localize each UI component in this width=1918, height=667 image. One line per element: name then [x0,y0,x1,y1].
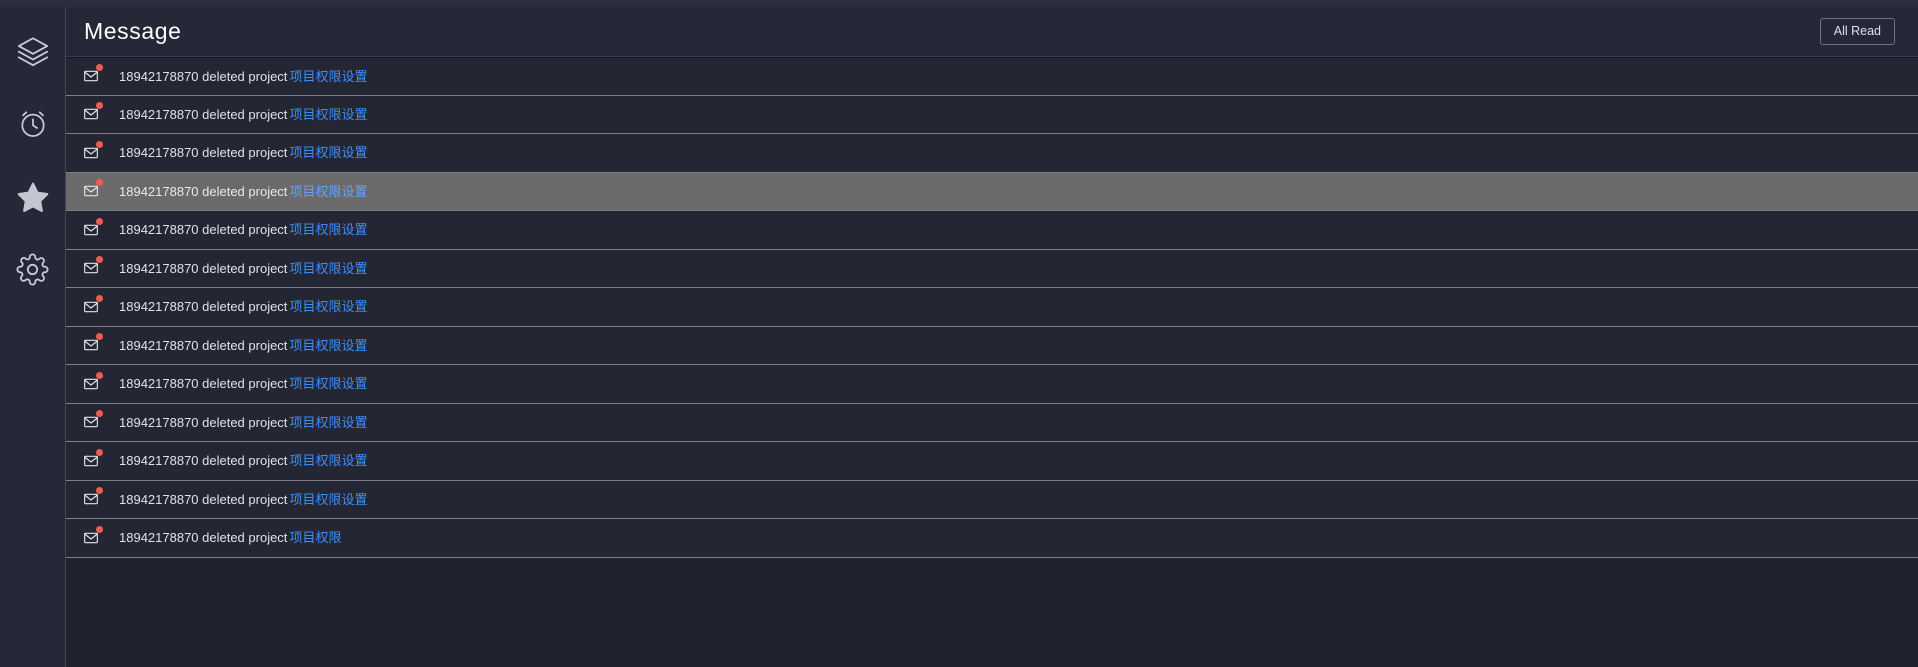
message-link-wrap: 项目权限设置 [287,493,367,506]
message-text: 18942178870 deleted project [119,453,288,469]
unread-dot [96,102,103,110]
message-row[interactable]: 18942178870 deleted project 项目权限设置 [66,442,1918,481]
sidebar-item-star[interactable] [0,160,65,233]
envelope-icon [80,294,103,318]
envelope-icon [80,410,103,433]
unread-dot [96,256,103,264]
project-link[interactable]: 项目权限设置 [289,415,367,430]
message-row[interactable]: 18942178870 deleted project 项目权限设置 [66,57,1918,96]
layers-icon [16,34,50,68]
message-list[interactable]: 18942178870 deleted project 项目权限设置 189421… [65,57,1918,667]
message-row[interactable]: 18942178870 deleted project 项目权限设置 [66,249,1918,288]
envelope-icon [80,217,103,241]
unread-dot [96,410,103,418]
unread-dot [96,448,103,456]
sidebar-item-settings[interactable] [0,233,65,306]
unread-dot [96,371,103,379]
project-link[interactable]: 项目权限设置 [289,338,367,353]
envelope-icon [80,179,103,202]
message-text: 18942178870 deleted project [119,106,288,122]
project-link[interactable]: 项目权限设置 [289,222,367,237]
message-link-wrap: 项目权限设置 [287,377,367,390]
project-link[interactable]: 项目权限设置 [289,261,367,276]
unread-dot [96,294,103,302]
unread-dot [96,525,103,533]
envelope-icon [80,448,103,472]
sidebar-item-layers[interactable] [0,14,65,87]
message-link-wrap: 项目权限设置 [287,454,367,467]
unread-dot [96,64,103,72]
unread-dot [96,217,103,225]
message-link-wrap: 项目权限设置 [287,223,367,236]
message-link-wrap: 项目权限设置 [287,146,367,159]
message-text: 18942178870 deleted project [119,68,288,84]
message-row[interactable]: 18942178870 deleted project 项目权限设置 [66,134,1918,173]
page-header: Message All Read [65,7,1918,57]
message-link-wrap: 项目权限设置 [287,108,367,121]
message-link-wrap: 项目权限设置 [287,416,367,429]
message-link-wrap: 项目权限设置 [287,262,367,275]
message-text: 18942178870 deleted project [119,530,288,546]
envelope-icon [80,256,103,279]
envelope-icon [80,487,103,510]
message-text: 18942178870 deleted project [119,260,288,276]
message-link-wrap: 项目权限设置 [287,300,367,313]
star-icon [16,180,50,214]
sidebar-rail [0,0,65,667]
message-link-wrap: 项目权限设置 [287,339,367,352]
sidebar-item-clock[interactable] [0,87,65,160]
main-content: Message All Read 18942178870 deleted pro… [65,0,1918,667]
message-row[interactable]: 18942178870 deleted project 项目权限设置 [66,172,1918,211]
project-link[interactable]: 项目权限设置 [289,69,367,84]
message-text: 18942178870 deleted project [119,299,288,315]
project-link[interactable]: 项目权限设置 [289,453,367,468]
message-row[interactable]: 18942178870 deleted project 项目权限设置 [66,403,1918,442]
message-row[interactable]: 18942178870 deleted project 项目权限设置 [66,480,1918,519]
message-text: 18942178870 deleted project [119,376,288,392]
message-text: 18942178870 deleted project [119,414,288,430]
unread-dot [96,333,103,341]
project-link[interactable]: 项目权限设置 [289,107,367,122]
project-link[interactable]: 项目权限设置 [289,145,367,160]
message-row[interactable]: 18942178870 deleted project 项目权限设置 [66,326,1918,365]
message-row[interactable]: 18942178870 deleted project 项目权限设置 [66,95,1918,134]
project-link[interactable]: 项目权限设置 [289,492,367,507]
alarm-clock-icon [17,108,49,140]
message-row[interactable]: 18942178870 deleted project 项目权限设置 [66,211,1918,250]
all-read-button[interactable]: All Read [1819,18,1895,45]
window-top-strip [0,0,1918,7]
envelope-icon [80,371,103,395]
message-text: 18942178870 deleted project [119,145,288,161]
message-text: 18942178870 deleted project [119,183,288,199]
message-row[interactable]: 18942178870 deleted project 项目权限 [66,519,1918,558]
unread-dot [96,140,103,148]
unread-dot [96,179,103,187]
message-link-wrap: 项目权限设置 [287,185,367,198]
message-row[interactable]: 18942178870 deleted project 项目权限设置 [66,365,1918,404]
unread-dot [96,487,103,495]
message-text: 18942178870 deleted project [119,337,288,353]
project-link[interactable]: 项目权限设置 [289,299,367,314]
message-link-wrap: 项目权限 [287,531,341,544]
project-link[interactable]: 项目权限设置 [289,184,367,199]
page-title: Message [84,18,182,44]
project-link[interactable]: 项目权限设置 [289,376,367,391]
envelope-icon [80,525,103,549]
message-center-page: Message All Read 18942178870 deleted pro… [0,0,1918,667]
project-link[interactable]: 项目权限 [289,530,341,545]
envelope-icon [80,64,103,87]
envelope-icon [80,140,103,164]
envelope-icon [80,102,103,125]
message-row[interactable]: 18942178870 deleted project 项目权限设置 [66,288,1918,327]
gear-icon [16,253,49,286]
message-text: 18942178870 deleted project [119,222,288,238]
message-text: 18942178870 deleted project [119,491,288,507]
envelope-icon [80,333,103,356]
message-link-wrap: 项目权限设置 [287,70,367,83]
